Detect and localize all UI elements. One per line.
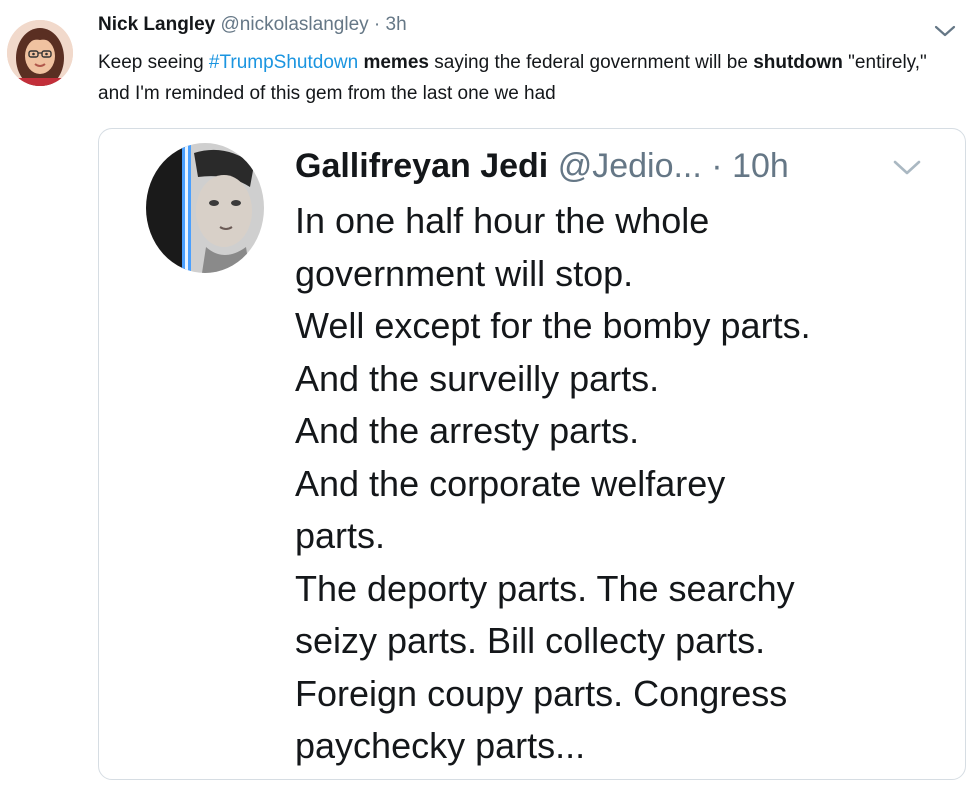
tweet-menu-button[interactable]: [932, 20, 958, 42]
tweet-header: Nick Langley @nickolaslangley · 3h: [98, 12, 407, 38]
quoted-text-line: seizy parts. Bill collecty parts.: [295, 620, 766, 661]
separator-dot: ·: [373, 14, 381, 35]
tweet-text: Keep seeing #TrumpShutdown memes saying …: [98, 47, 958, 109]
quoted-text-line: Well except for the bomby parts.: [295, 305, 811, 346]
quoted-text-line: And the arresty parts.: [295, 410, 640, 451]
text-part: Keep seeing: [98, 52, 209, 73]
quoted-text-line: paychecky parts...: [295, 725, 586, 766]
quoted-text-line: And the surveilly parts.: [295, 357, 660, 399]
quoted-text-line: And the corporate welfarey: [295, 462, 726, 504]
bold-text: memes: [363, 52, 429, 73]
quoted-author-handle[interactable]: @Jedio...: [558, 147, 702, 185]
separator-dot: ·: [711, 147, 723, 185]
quoted-author-name[interactable]: Gallifreyan Jedi: [295, 147, 548, 185]
quoted-tweet-header: Gallifreyan Jedi @Jedio... · 10h: [295, 145, 789, 187]
hashtag-link[interactable]: #TrumpShutdown: [209, 52, 358, 73]
quoted-tweet[interactable]: Gallifreyan Jedi @Jedio... · 10h In one …: [98, 128, 966, 780]
quoted-tweet-text: In one half hour the whole government wi…: [295, 195, 955, 773]
bold-text: shutdown: [753, 52, 843, 73]
avatar-icon: [7, 20, 73, 86]
tweet-timestamp[interactable]: 3h: [386, 14, 407, 35]
quoted-text-line: The deporty parts. The searchy: [295, 567, 795, 609]
avatar-icon: [146, 143, 264, 273]
text-part: saying the federal government will be: [428, 52, 754, 73]
quoted-text-line: In one half hour the whole: [295, 200, 710, 241]
author-handle[interactable]: @nickolaslangley: [221, 14, 369, 35]
author-avatar[interactable]: [7, 20, 73, 86]
quoted-timestamp[interactable]: 10h: [732, 147, 789, 185]
chevron-down-icon: [934, 25, 956, 37]
quoted-text-line: government will stop.: [295, 252, 634, 294]
quoted-text-line: Foreign coupy parts. Congress: [295, 672, 788, 714]
quoted-text-line: parts.: [295, 515, 386, 556]
chevron-down-icon: [893, 160, 921, 175]
quoted-menu-button[interactable]: [889, 153, 925, 181]
author-name[interactable]: Nick Langley: [98, 14, 215, 35]
tweet[interactable]: Nick Langley @nickolaslangley · 3h Keep …: [0, 0, 980, 799]
quoted-author-avatar[interactable]: [146, 143, 264, 273]
